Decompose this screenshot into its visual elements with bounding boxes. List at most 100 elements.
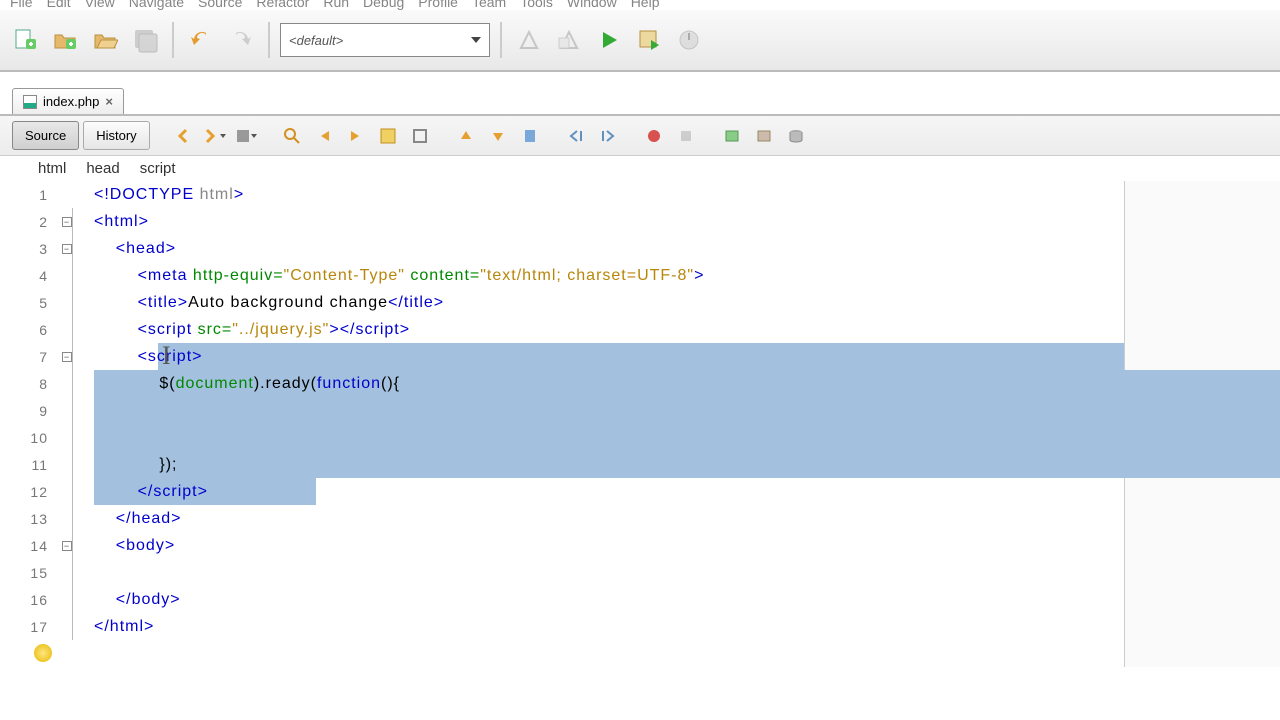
find-button[interactable] <box>278 122 306 150</box>
macro-stop-button[interactable] <box>672 122 700 150</box>
fold-icon[interactable]: − <box>62 352 72 362</box>
configuration-combo[interactable]: <default> <box>280 23 490 57</box>
file-tab-label: index.php <box>43 94 99 109</box>
code-line[interactable]: 6 <script src="../jquery.js"></script> <box>0 316 1280 343</box>
code-line[interactable]: 13 </head> <box>0 505 1280 532</box>
nav-forward-button[interactable] <box>200 122 228 150</box>
menu-run[interactable]: Run <box>323 0 349 10</box>
code-line[interactable]: 4 <meta http-equiv="Content-Type" conten… <box>0 262 1280 289</box>
menu-debug[interactable]: Debug <box>363 0 404 10</box>
line-number: 14 <box>0 538 56 554</box>
file-tab-index-php[interactable]: index.php × <box>12 88 124 114</box>
bookmark-toggle-button[interactable] <box>516 122 544 150</box>
db-button[interactable] <box>782 122 810 150</box>
new-file-button[interactable] <box>8 23 42 57</box>
code-line[interactable]: 10 <box>0 424 1280 451</box>
code-line[interactable]: 9 <box>0 397 1280 424</box>
clean-build-button[interactable] <box>552 23 586 57</box>
line-number: 3 <box>0 241 56 257</box>
menu-bar: File Edit View Navigate Source Refactor … <box>0 0 1280 10</box>
close-tab-button[interactable]: × <box>105 94 113 109</box>
code-line[interactable]: 5 <title>Auto background change</title> <box>0 289 1280 316</box>
menu-help[interactable]: Help <box>631 0 660 10</box>
menu-tools[interactable]: Tools <box>520 0 553 10</box>
line-number: 8 <box>0 376 56 392</box>
line-number: 7 <box>0 349 56 365</box>
line-number: 10 <box>0 430 56 446</box>
nav-back-button[interactable] <box>168 122 196 150</box>
line-number: 16 <box>0 592 56 608</box>
run-button[interactable] <box>592 23 626 57</box>
editor-toolbar: Source History <box>0 114 1280 156</box>
code-line[interactable] <box>0 640 1280 667</box>
find-next-button[interactable] <box>342 122 370 150</box>
code-line[interactable]: 17</html> <box>0 613 1280 640</box>
code-line[interactable]: 11 }); <box>0 451 1280 478</box>
code-line[interactable]: 15 <box>0 559 1280 586</box>
redo-button[interactable] <box>224 23 258 57</box>
code-line[interactable]: 8 $(document).ready(function(){ <box>0 370 1280 397</box>
line-number: 12 <box>0 484 56 500</box>
build-button[interactable] <box>512 23 546 57</box>
stop-button[interactable] <box>232 122 260 150</box>
file-tab-bar: index.php × <box>0 72 1280 114</box>
menu-refactor[interactable]: Refactor <box>256 0 309 10</box>
code-line[interactable]: 7−I <script> <box>0 343 1280 370</box>
fold-icon[interactable]: − <box>62 541 72 551</box>
find-prev-button[interactable] <box>310 122 338 150</box>
toolbar-separator <box>500 22 502 58</box>
line-number: 15 <box>0 565 56 581</box>
code-line[interactable]: 12 </script> <box>0 478 1280 505</box>
undo-button[interactable] <box>184 23 218 57</box>
toolbar-separator <box>172 22 174 58</box>
chevron-down-icon <box>471 37 481 43</box>
code-line[interactable]: 3− <head> <box>0 235 1280 262</box>
line-number: 9 <box>0 403 56 419</box>
menu-edit[interactable]: Edit <box>47 0 71 10</box>
code-line[interactable]: 16 </body> <box>0 586 1280 613</box>
source-view-tab[interactable]: Source <box>12 121 79 150</box>
save-all-button[interactable] <box>128 23 162 57</box>
menu-profile[interactable]: Profile <box>418 0 458 10</box>
menu-window[interactable]: Window <box>567 0 617 10</box>
line-number: 11 <box>0 457 56 473</box>
php-file-icon <box>23 95 37 109</box>
code-editor[interactable]: 1<!DOCTYPE html> 2−<html> 3− <head> 4 <m… <box>0 181 1280 667</box>
bookmark-next-button[interactable] <box>484 122 512 150</box>
configuration-label: <default> <box>289 33 343 48</box>
debug-button[interactable] <box>632 23 666 57</box>
fold-icon[interactable]: − <box>62 244 72 254</box>
breadcrumb-item[interactable]: head <box>86 160 119 177</box>
text-caret: I <box>162 341 172 371</box>
line-number: 2 <box>0 214 56 230</box>
code-line[interactable]: 2−<html> <box>0 208 1280 235</box>
hint-bulb-icon[interactable] <box>34 644 52 662</box>
code-line[interactable]: 14− <body> <box>0 532 1280 559</box>
toolbar-separator <box>268 22 270 58</box>
highlight-button[interactable] <box>374 122 402 150</box>
fold-icon[interactable]: − <box>62 217 72 227</box>
open-project-button[interactable] <box>88 23 122 57</box>
bookmark-prev-button[interactable] <box>452 122 480 150</box>
comment-button[interactable] <box>718 122 746 150</box>
line-number: 4 <box>0 268 56 284</box>
menu-source[interactable]: Source <box>198 0 242 10</box>
history-view-tab[interactable]: History <box>83 121 149 150</box>
breadcrumb-item[interactable]: script <box>140 160 176 177</box>
menu-team[interactable]: Team <box>472 0 506 10</box>
breadcrumb: html head script <box>0 156 1280 181</box>
uncomment-button[interactable] <box>750 122 778 150</box>
new-project-button[interactable] <box>48 23 82 57</box>
menu-file[interactable]: File <box>10 0 33 10</box>
line-number: 1 <box>0 187 56 203</box>
macro-record-button[interactable] <box>640 122 668 150</box>
menu-view[interactable]: View <box>85 0 115 10</box>
shift-right-button[interactable] <box>594 122 622 150</box>
shift-left-button[interactable] <box>562 122 590 150</box>
menu-navigate[interactable]: Navigate <box>129 0 184 10</box>
breadcrumb-item[interactable]: html <box>38 160 66 177</box>
main-toolbar: <default> <box>0 10 1280 72</box>
profile-button[interactable] <box>672 23 706 57</box>
toggle-rect-button[interactable] <box>406 122 434 150</box>
code-line[interactable]: 1<!DOCTYPE html> <box>0 181 1280 208</box>
